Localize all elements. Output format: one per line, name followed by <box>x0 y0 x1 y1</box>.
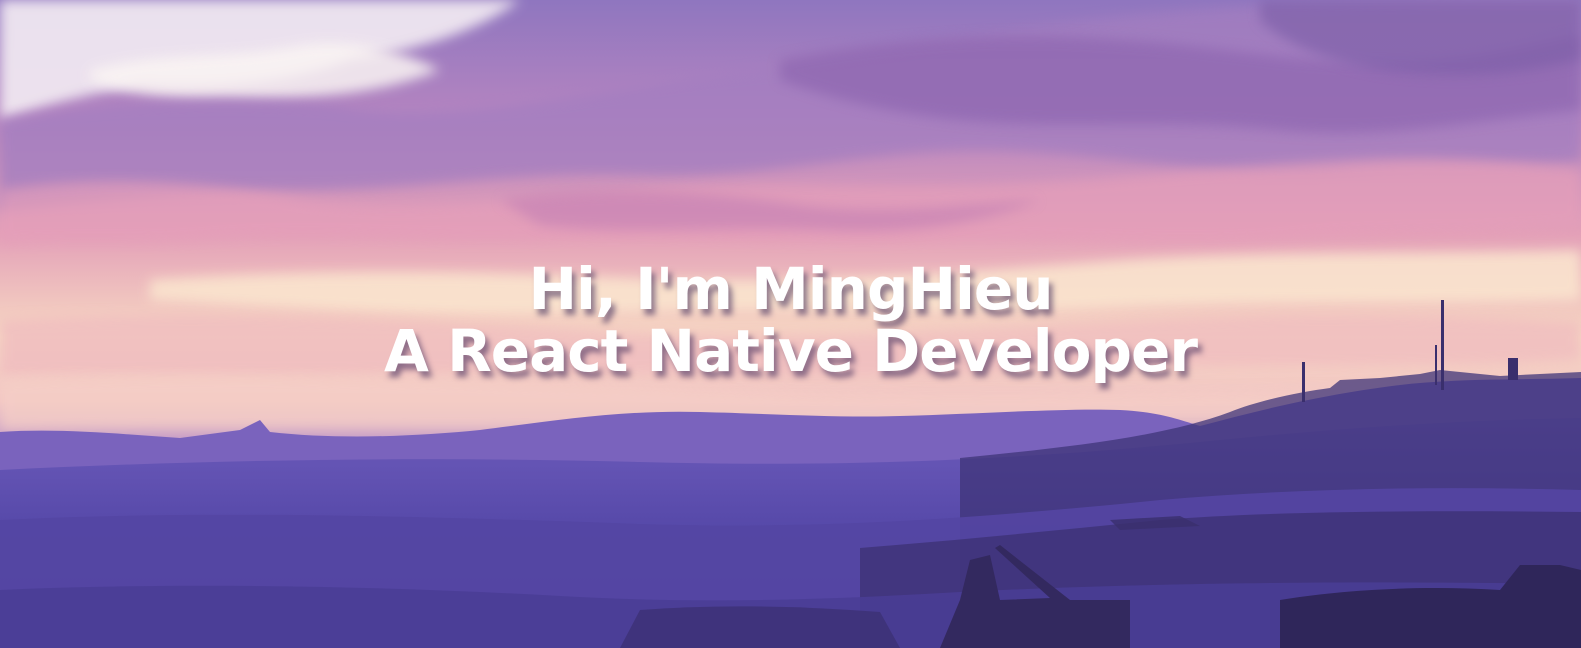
greeting-text: Hi, I'm MingHieu <box>528 255 1053 323</box>
hero-headline: Hi, I'm MingHieu A React Native Develope… <box>0 258 1581 382</box>
hero-section: Hi, I'm MingHieu A React Native Develope… <box>0 0 1581 648</box>
role-text: A React Native Developer <box>384 317 1198 385</box>
